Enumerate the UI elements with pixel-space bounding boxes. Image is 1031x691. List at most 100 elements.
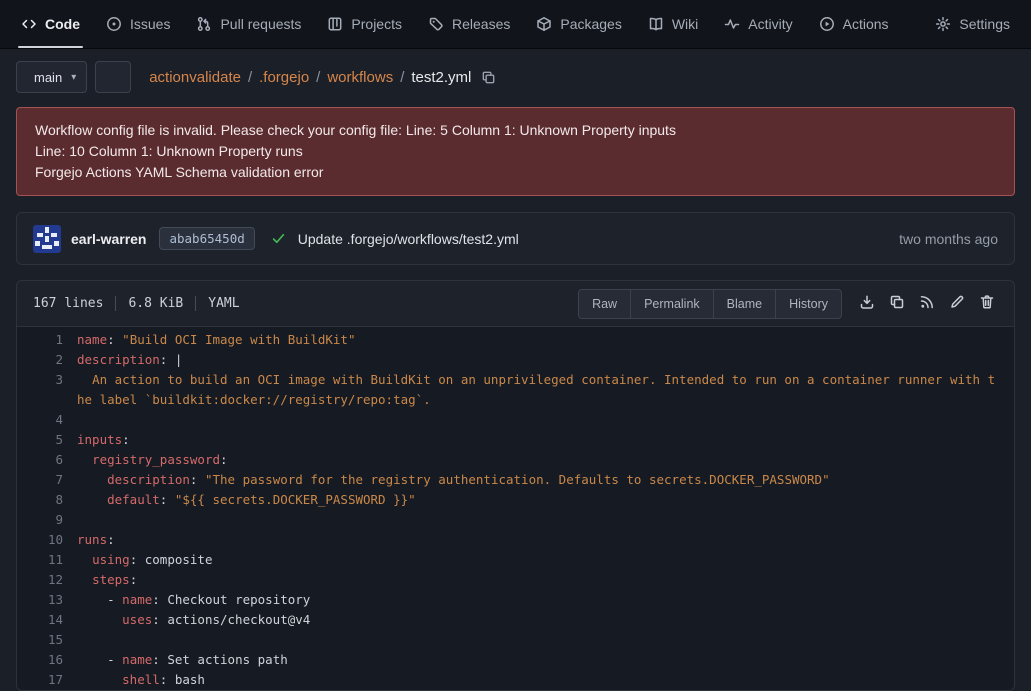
breadcrumb-separator: / xyxy=(248,69,252,86)
compare-button[interactable] xyxy=(95,61,131,93)
code-line: 4 xyxy=(17,410,1014,430)
error-banner-line: Line: 10 Column 1: Unknown Property runs xyxy=(35,141,996,162)
nav-item-issues[interactable]: Issues xyxy=(93,0,183,48)
raw-button[interactable]: Raw xyxy=(578,289,631,319)
nav-item-actions[interactable]: Actions xyxy=(806,0,902,48)
nav-item-label: Code xyxy=(45,16,80,32)
line-number[interactable]: 7 xyxy=(17,470,77,490)
line-number[interactable]: 14 xyxy=(17,610,77,630)
nav-item-releases[interactable]: Releases xyxy=(415,0,523,48)
code-line: 5inputs: xyxy=(17,430,1014,450)
line-number[interactable]: 8 xyxy=(17,490,77,510)
code-line: 3 An action to build an OCI image with B… xyxy=(17,370,1014,410)
line-number[interactable]: 10 xyxy=(17,530,77,550)
line-number[interactable]: 2 xyxy=(17,350,77,370)
nav-item-label: Settings xyxy=(959,16,1010,32)
error-banner-line: Forgejo Actions YAML Schema validation e… xyxy=(35,162,996,183)
meta-divider xyxy=(115,296,116,311)
nav-spacer xyxy=(902,0,923,48)
line-number[interactable]: 17 xyxy=(17,670,77,690)
line-number[interactable]: 6 xyxy=(17,450,77,470)
breadcrumb: actionvalidate/.forgejo/workflows/test2.… xyxy=(149,69,496,86)
line-content: shell: bash xyxy=(77,670,1014,690)
line-content xyxy=(77,410,1014,430)
branch-name: main xyxy=(34,70,62,85)
nav-item-label: Releases xyxy=(452,16,510,32)
line-number[interactable]: 12 xyxy=(17,570,77,590)
code-line: 13 - name: Checkout repository xyxy=(17,590,1014,610)
commit-message[interactable]: Update .forgejo/workflows/test2.yml xyxy=(298,231,519,247)
nav-item-projects[interactable]: Projects xyxy=(314,0,415,48)
line-content: default: "${{ secrets.DOCKER_PASSWORD }}… xyxy=(77,490,1014,510)
file-toolbar: main ▾ actionvalidate / .forgejo / workflows… xyxy=(0,49,1031,101)
branch-select-button[interactable]: main ▾ xyxy=(16,61,87,93)
nav-item-label: Packages xyxy=(560,16,621,32)
line-number[interactable]: 5 xyxy=(17,430,77,450)
nav-item-packages[interactable]: Packages xyxy=(523,0,634,48)
line-number[interactable]: 15 xyxy=(17,630,77,650)
line-content: name: "Build OCI Image with BuildKit" xyxy=(77,330,1014,350)
code-line: 10runs: xyxy=(17,530,1014,550)
breadcrumb-segment[interactable]: actionvalidate xyxy=(149,69,241,86)
file-meta: 167 lines 6.8 KiB YAML xyxy=(33,296,240,311)
rss-button[interactable] xyxy=(912,288,942,319)
nav-item-settings[interactable]: Settings xyxy=(922,0,1023,48)
nav-item-pull-requests[interactable]: Pull requests xyxy=(183,0,314,48)
avatar[interactable] xyxy=(33,225,61,253)
line-number[interactable]: 11 xyxy=(17,550,77,570)
pulse-icon xyxy=(724,16,740,32)
line-content: inputs: xyxy=(77,430,1014,450)
line-content: An action to build an OCI image with Bui… xyxy=(77,370,1014,410)
edit-button[interactable] xyxy=(942,288,972,319)
line-content xyxy=(77,510,1014,530)
breadcrumb-file-name: test2.yml xyxy=(411,69,471,86)
project-icon xyxy=(327,16,343,32)
package-icon xyxy=(536,16,552,32)
edit-icon xyxy=(949,294,965,310)
breadcrumb-segment[interactable]: workflows xyxy=(327,69,393,86)
line-number[interactable]: 13 xyxy=(17,590,77,610)
code-line: 15 xyxy=(17,630,1014,650)
nav-item-label: Issues xyxy=(130,16,170,32)
nav-item-wiki[interactable]: Wiki xyxy=(635,0,711,48)
commit-hash-badge[interactable]: abab65450d xyxy=(159,227,254,250)
error-banner-line: Workflow config file is invalid. Please … xyxy=(35,120,996,141)
line-number[interactable]: 3 xyxy=(17,370,77,410)
history-button[interactable]: History xyxy=(775,289,842,319)
line-content: using: composite xyxy=(77,550,1014,570)
line-content: steps: xyxy=(77,570,1014,590)
line-content: uses: actions/checkout@v4 xyxy=(77,610,1014,630)
nav-item-activity[interactable]: Activity xyxy=(711,0,805,48)
line-number[interactable]: 1 xyxy=(17,330,77,350)
meta-divider xyxy=(195,296,196,311)
commit-status-check-icon[interactable] xyxy=(271,231,286,246)
commit-time: two months ago xyxy=(899,231,998,247)
nav-item-label: Activity xyxy=(748,16,792,32)
nav-item-label: Wiki xyxy=(672,16,698,32)
pull-request-icon xyxy=(196,16,212,32)
code-line: 6 registry_password: xyxy=(17,450,1014,470)
copy-path-icon[interactable] xyxy=(481,70,496,85)
blame-button[interactable]: Blame xyxy=(713,289,776,319)
nav-item-code[interactable]: Code xyxy=(8,0,93,48)
file-size: 6.8 KiB xyxy=(128,296,183,311)
line-content: - name: Set actions path xyxy=(77,650,1014,670)
line-number[interactable]: 9 xyxy=(17,510,77,530)
line-content: - name: Checkout repository xyxy=(77,590,1014,610)
breadcrumb-separator: / xyxy=(400,69,404,86)
file-view-buttons: RawPermalinkBlameHistory xyxy=(578,289,842,319)
line-number[interactable]: 16 xyxy=(17,650,77,670)
line-number[interactable]: 4 xyxy=(17,410,77,430)
breadcrumb-segment[interactable]: .forgejo xyxy=(259,69,309,86)
commit-author[interactable]: earl-warren xyxy=(71,231,146,247)
permalink-button[interactable]: Permalink xyxy=(630,289,714,319)
delete-button[interactable] xyxy=(972,288,1002,319)
line-content: registry_password: xyxy=(77,450,1014,470)
line-content: runs: xyxy=(77,530,1014,550)
nav-item-label: Pull requests xyxy=(220,16,301,32)
code-icon xyxy=(21,16,37,32)
download-button[interactable] xyxy=(852,288,882,319)
code-area: 1name: "Build OCI Image with BuildKit"2 d… xyxy=(17,327,1014,690)
file-viewer: 167 lines 6.8 KiB YAML RawPermalinkBlame… xyxy=(16,280,1015,691)
copy-file-button[interactable] xyxy=(882,288,912,319)
